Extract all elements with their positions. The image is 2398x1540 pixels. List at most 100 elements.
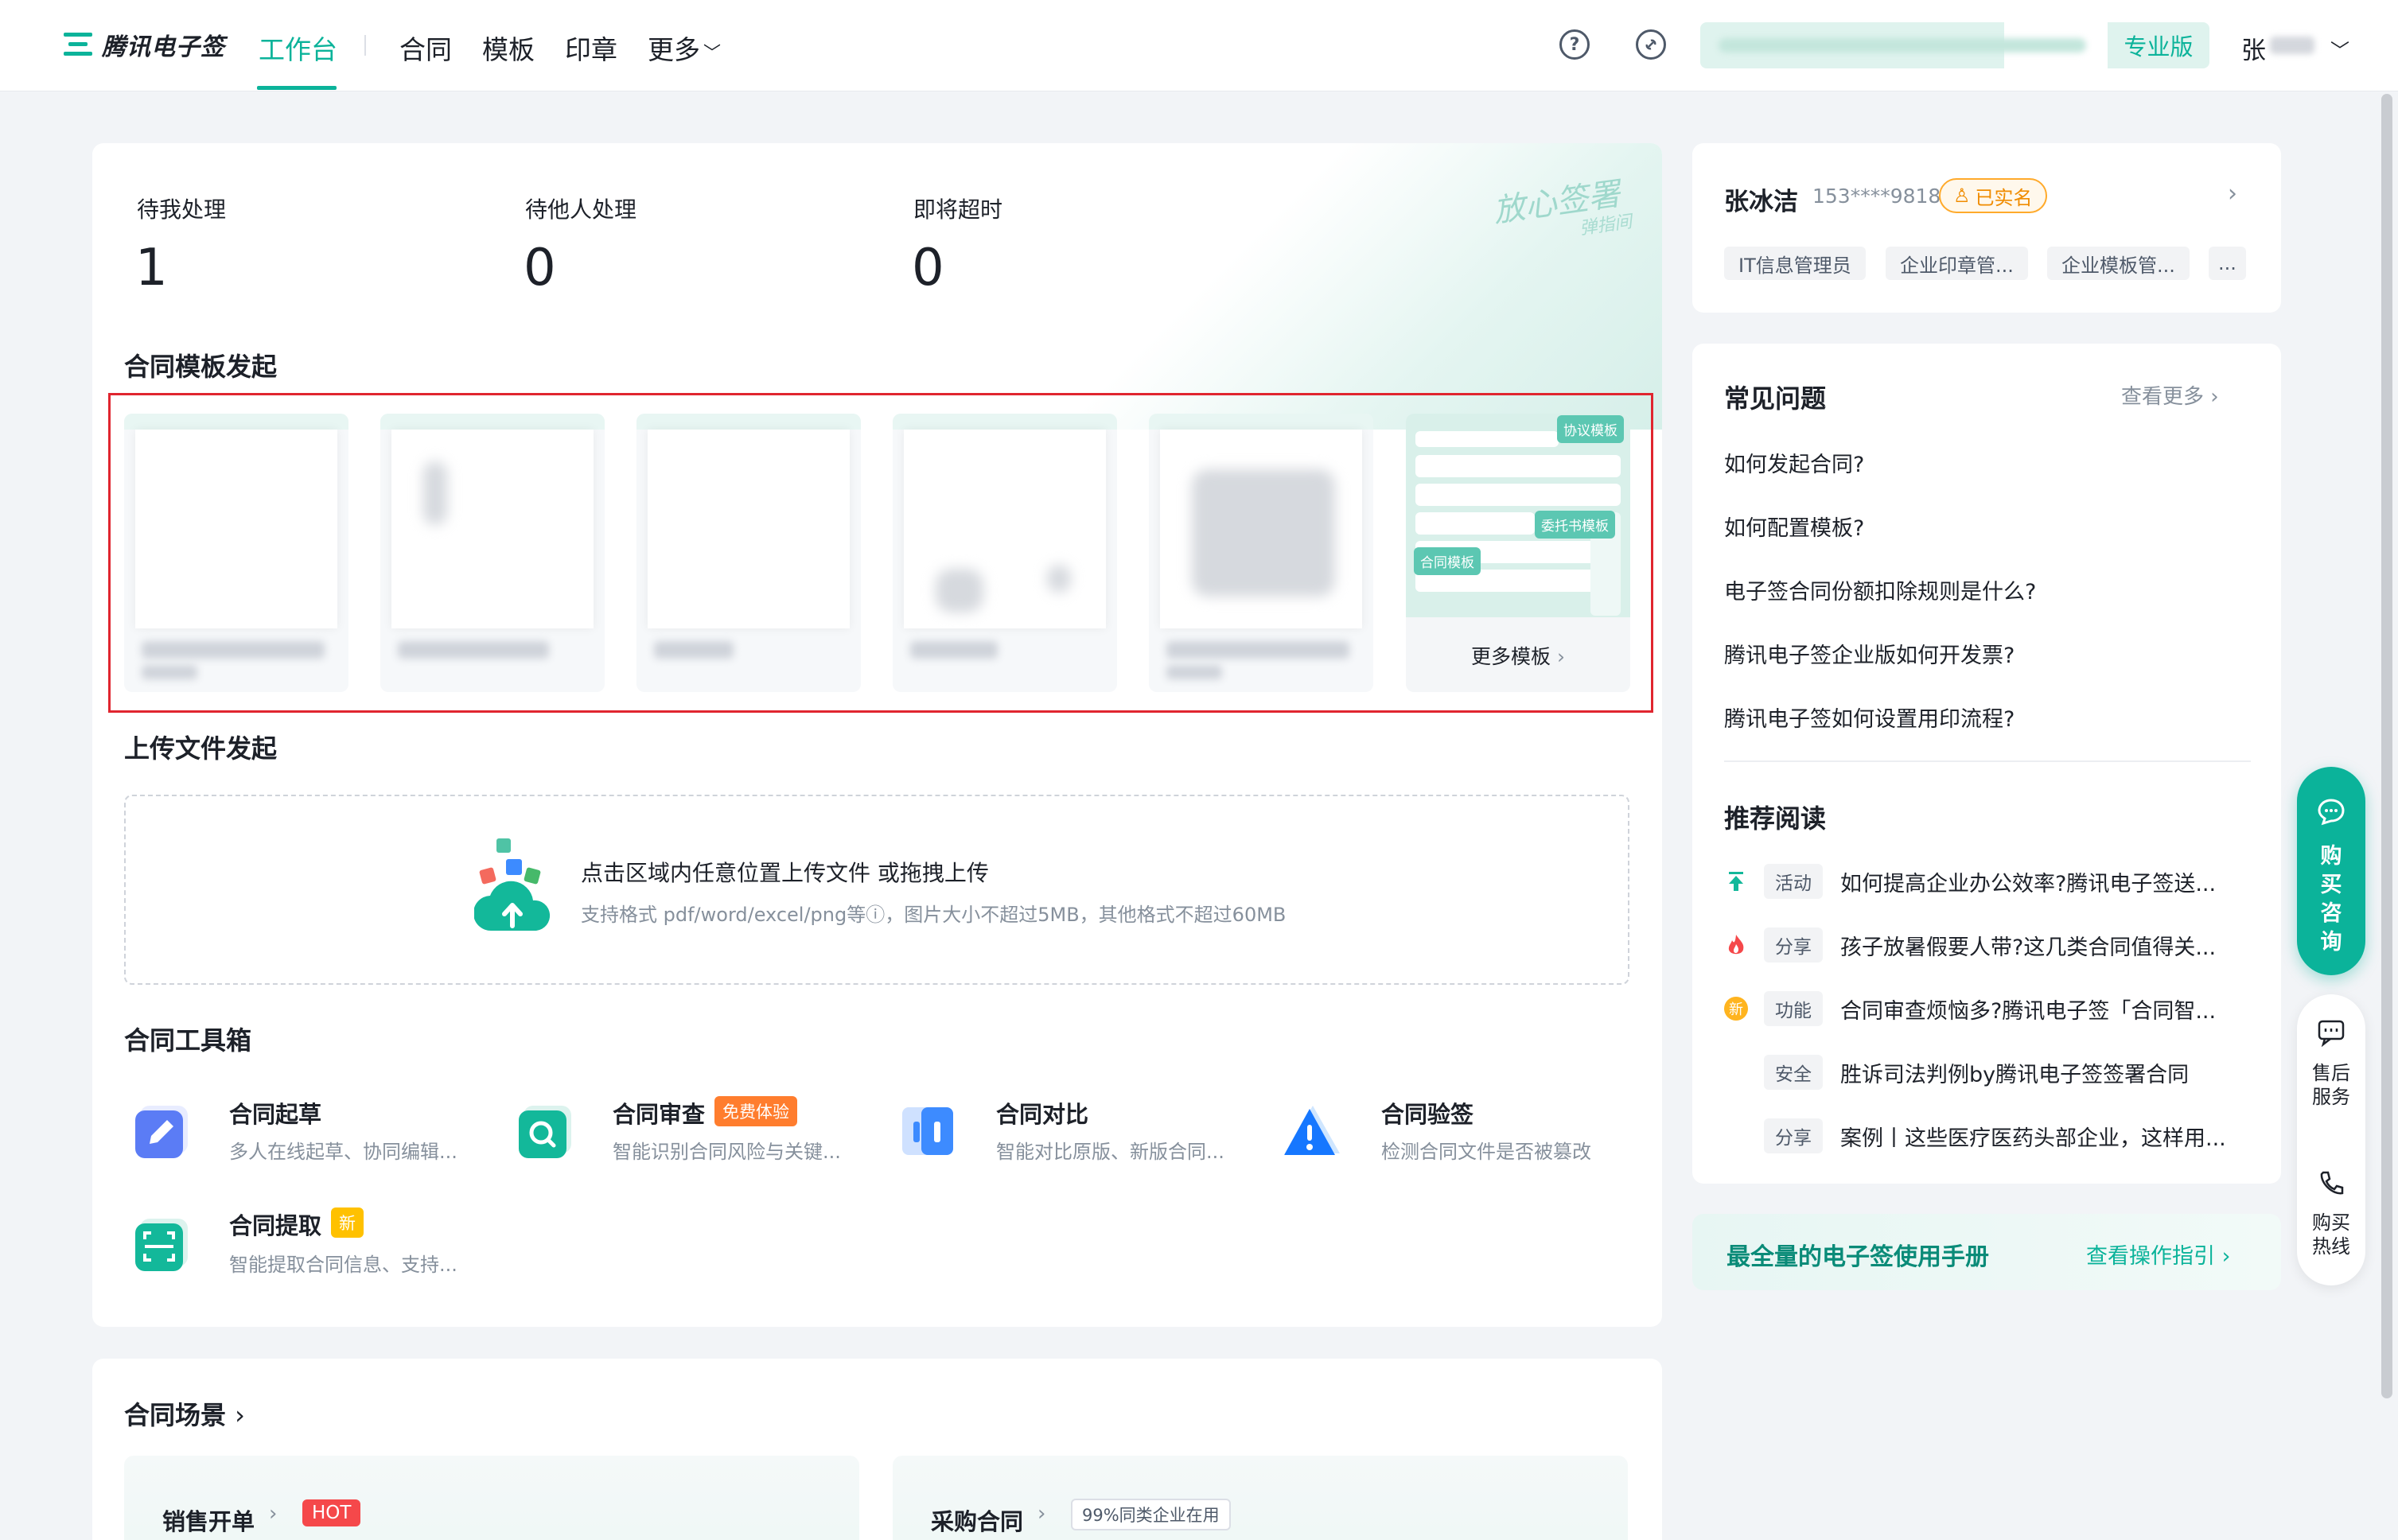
magnifier-icon [519, 1106, 571, 1158]
tool-review[interactable] [516, 1099, 576, 1163]
reading-item[interactable]: 安全 胜诉司法判例by腾讯电子签签署合同 [1724, 1055, 2189, 1090]
tool-draft[interactable] [132, 1099, 193, 1163]
nav-seals[interactable]: 印章 [565, 29, 617, 67]
tag-power-of-attorney-template: 委托书模板 [1535, 511, 1615, 539]
reading-item[interactable]: 分享 案例丨这些医疗医药头部企业，这样用... [1724, 1118, 2226, 1153]
tool-verify-title[interactable]: 合同验签 [1381, 1096, 1473, 1130]
page-scrollbar[interactable] [2381, 94, 2392, 1398]
faq-item[interactable]: 腾讯电子签企业版如何开发票? [1724, 638, 2015, 669]
more-templates-link[interactable]: 更多模板 › [1406, 641, 1630, 670]
stat-expiring-label: 即将超时 [913, 196, 1003, 223]
user-name: 张冰洁 [1724, 188, 1798, 216]
role-chip: 企业模板管... [2047, 247, 2190, 280]
warning-icon [1284, 1106, 1340, 1155]
role-chip-more[interactable]: ... [2209, 247, 2246, 280]
chevron-right-icon: › [2210, 385, 2219, 409]
faq-see-more-label: 查看更多 [2121, 385, 2205, 409]
tool-verify[interactable] [1283, 1099, 1343, 1163]
scenes-section-title[interactable]: 合同场景 › [124, 1395, 245, 1432]
reading-item[interactable]: 活动 如何提高企业办公效率?腾讯电子签送... [1724, 864, 2216, 899]
more-templates-label: 更多模板 [1471, 645, 1551, 668]
scenes-title-label: 合同场景 [124, 1400, 227, 1430]
nav-workbench[interactable]: 工作台 [259, 29, 337, 67]
template-card[interactable] [380, 414, 605, 692]
reading-text: 如何提高企业办公效率?腾讯电子签送... [1840, 871, 2217, 896]
faq-item[interactable]: 电子签合同份额扣除规则是什么? [1724, 574, 2036, 605]
scene-sales-order-title[interactable]: 销售开单 [162, 1503, 255, 1537]
template-preview [391, 430, 594, 628]
template-card[interactable] [893, 414, 1117, 692]
tool-draft-title[interactable]: 合同起草 [229, 1096, 321, 1130]
reading-text: 胜诉司法判例by腾讯电子签签署合同 [1840, 1062, 2190, 1087]
faq-item[interactable]: 如何发起合同? [1724, 447, 1864, 478]
tool-extract-title[interactable]: 合同提取 [229, 1208, 321, 1241]
buy-consult-char: 购 [2320, 844, 2342, 869]
template-card[interactable] [124, 414, 348, 692]
edition-badge[interactable]: 专业版 [2106, 22, 2209, 68]
template-card[interactable] [1149, 414, 1373, 692]
pen-icon [135, 1106, 188, 1158]
reading-item[interactable]: 新 功能 合同审查烦恼多?腾讯电子签「合同智... [1724, 991, 2216, 1026]
tool-extract[interactable] [132, 1212, 193, 1276]
faq-item[interactable]: 如何配置模板? [1724, 511, 1864, 542]
buy-consult-char: 询 [2320, 930, 2342, 955]
reading-tag: 功能 [1764, 991, 1823, 1026]
upload-dropzone[interactable] [124, 795, 1629, 985]
user-menu[interactable]: 张 [2241, 30, 2266, 66]
reading-tag: 分享 [1764, 1118, 1823, 1153]
upload-format-hint: 支持格式 pdf/word/excel/png等ⓘ，图片大小不超过5MB，其他格… [581, 904, 1287, 926]
tool-review-title[interactable]: 合同审查 [613, 1096, 705, 1130]
chevron-right-icon[interactable]: › [2228, 180, 2237, 208]
faq-title: 常见问题 [1724, 383, 1827, 414]
stat-pending-others-value[interactable]: 0 [524, 239, 556, 298]
template-name-blurred [910, 641, 998, 659]
nav-divider [364, 35, 366, 56]
nav-contracts[interactable]: 合同 [399, 29, 452, 67]
stat-pending-me-value[interactable]: 1 [135, 239, 168, 298]
brand-logo[interactable]: 腾讯电子签 [62, 27, 225, 62]
free-trial-badge: 免费体验 [714, 1096, 797, 1126]
template-card[interactable] [636, 414, 861, 692]
faq-divider [1724, 760, 2251, 762]
faq-item[interactable]: 腾讯电子签如何设置用印流程? [1724, 702, 2015, 733]
buy-consult-char: 咨 [2320, 901, 2342, 926]
reading-item[interactable]: 分享 孩子放暑假要人带?这几类合同值得关... [1724, 928, 2216, 962]
tag-contract-template: 合同模板 [1414, 547, 1481, 575]
tool-compare-desc: 智能对比原版、新版合同... [996, 1141, 1224, 1163]
tool-compare-title[interactable]: 合同对比 [996, 1096, 1088, 1130]
tool-compare[interactable] [899, 1099, 960, 1163]
more-templates-card[interactable]: 协议模板 委托书模板 合同模板 更多模板 › [1406, 414, 1630, 692]
tool-review-desc: 智能识别合同风险与关键... [613, 1141, 841, 1163]
chevron-down-icon[interactable]: ﹀ [2330, 35, 2349, 63]
help-icon[interactable]: ? [1559, 29, 1590, 60]
buy-consult-char: 买 [2320, 873, 2342, 897]
user-info-card [1692, 143, 2281, 313]
stat-expiring-value[interactable]: 0 [912, 239, 944, 298]
tool-extract-desc: 智能提取合同信息、支持... [229, 1254, 457, 1276]
scene-purchase-contract-title[interactable]: 采购合同 [931, 1503, 1023, 1537]
template-preview [1160, 430, 1362, 628]
buy-consult-button[interactable]: 购 买 咨 询 [2297, 767, 2365, 975]
reading-text: 案例丨这些医疗医药头部企业，这样用... [1840, 1126, 2226, 1151]
person-verified-icon: ♙ [1953, 185, 1971, 207]
arrow-up-icon [1729, 872, 1743, 891]
manual-link[interactable]: 查看操作指引 › [2086, 1239, 2230, 1270]
compare-icon [902, 1107, 953, 1155]
manual-link-label: 查看操作指引 [2086, 1244, 2215, 1269]
nav-more[interactable]: 更多 ﹀ [648, 29, 721, 67]
reading-title: 推荐阅读 [1724, 803, 1827, 834]
hot-badge: HOT [302, 1499, 361, 1526]
nav-templates[interactable]: 模板 [482, 29, 535, 67]
chevron-down-icon: ﹀ [703, 44, 722, 64]
tool-draft-desc: 多人在线起草、协同编辑... [229, 1141, 457, 1163]
hotline-button[interactable]: 购买 热线 [2297, 1211, 2365, 1258]
link-icon[interactable] [1636, 29, 1666, 60]
faq-see-more[interactable]: 查看更多 › [2121, 380, 2219, 410]
fire-icon [1728, 935, 1744, 955]
template-preview [648, 430, 850, 628]
reading-text: 合同审查烦恼多?腾讯电子签「合同智... [1840, 998, 2217, 1024]
after-sale-button[interactable]: 售后 服务 [2297, 1061, 2365, 1109]
reading-tag: 分享 [1764, 928, 1823, 962]
verified-label: 已实名 [1975, 186, 2033, 209]
new-icon: 新 [1724, 997, 1748, 1021]
